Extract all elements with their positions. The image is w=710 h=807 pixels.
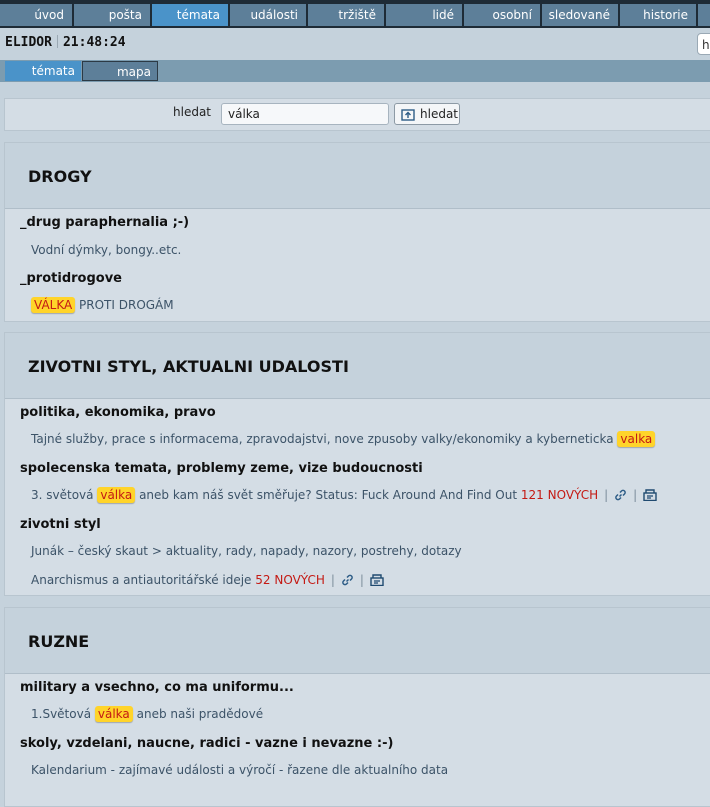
nav-tab-lide[interactable]: lidé <box>386 4 462 26</box>
group-title[interactable]: _drug paraphernalia ;-) <box>20 215 189 230</box>
forum-title: Anarchismus a antiautoritářské ideje <box>31 573 252 587</box>
divider: | <box>359 573 364 587</box>
category-header: DROGY <box>5 143 710 209</box>
nav-tab-trziste[interactable]: tržiště <box>308 4 384 26</box>
nav-tab-uvod[interactable]: úvod <box>0 4 72 26</box>
group-title[interactable]: zivotni styl <box>20 517 101 532</box>
category-ruzne: RUZNE military a vsechno, co ma uniformu… <box>4 607 710 807</box>
forum-link[interactable]: 1.Světová válka aneb naši pradědové <box>31 706 263 722</box>
nav-tab-temata[interactable]: témata <box>152 4 228 26</box>
brand-name: ELIDOR <box>5 35 52 50</box>
forum-link[interactable]: Anarchismus a antiautoritářské ideje 52 … <box>31 573 384 589</box>
divider: | <box>633 488 638 502</box>
search-button-label: hledat <box>420 107 458 121</box>
category-title: DROGY <box>28 167 92 186</box>
group-title[interactable]: spolecenska temata, problemy zeme, vize … <box>20 461 423 476</box>
forum-link[interactable]: Vodní dýmky, bongy..etc. <box>31 243 181 257</box>
forum-link[interactable]: Kalendarium - zajímavé události a výročí… <box>31 763 448 777</box>
subtab-map[interactable]: mapa <box>82 61 158 81</box>
nav-tab-posta[interactable]: pošta <box>74 4 150 26</box>
search-highlight: valka <box>617 431 656 447</box>
category-drogy: DROGY _drug paraphernalia ;-) Vodní dýmk… <box>4 142 710 322</box>
search-input[interactable]: válka <box>221 103 389 125</box>
group-title[interactable]: _protidrogove <box>20 271 122 286</box>
forum-link[interactable]: Tajné služby, prace s informacema, zprav… <box>31 431 656 447</box>
search-highlight: válka <box>97 487 136 503</box>
search-submit-icon <box>401 109 415 121</box>
search-button[interactable]: hledat <box>394 103 460 125</box>
new-posts-count[interactable]: 52 NOVÝCH <box>255 573 325 587</box>
nav-tab-osobni[interactable]: osobní <box>464 4 540 26</box>
clock: 21:48:24 <box>62 35 126 50</box>
forum-title-rest: PROTI DROGÁM <box>79 298 174 312</box>
nav-tab-udalosti[interactable]: události <box>230 4 306 26</box>
forum-link[interactable]: VÁLKA PROTI DROGÁM <box>31 297 174 313</box>
bookmark-icon[interactable] <box>643 489 657 504</box>
group-title[interactable]: military a vsechno, co ma uniformu... <box>20 680 294 695</box>
category-header: ZIVOTNI STYL, AKTUALNI UDALOSTI <box>5 333 710 399</box>
search-label: hledat <box>173 105 211 119</box>
divider: | <box>604 488 609 502</box>
sub-navigation: témata mapa <box>0 60 710 82</box>
group-title[interactable]: skoly, vzdelani, naucne, radici - vazne … <box>20 736 393 751</box>
forum-title-rest: aneb naši pradědové <box>136 707 264 721</box>
brand-separator <box>56 35 58 48</box>
forum-link[interactable]: Junák – český skaut > aktuality, rady, n… <box>31 544 462 558</box>
category-title: ZIVOTNI STYL, AKTUALNI UDALOSTI <box>28 357 349 376</box>
forum-title: Tajné služby, prace s informacema, zprav… <box>31 432 614 446</box>
brand: ELIDOR 21:48:24 <box>5 35 126 50</box>
search-highlight: válka <box>94 706 133 722</box>
header-bar: ELIDOR 21:48:24 <box>0 30 710 58</box>
search-panel: hledat válka hledat <box>4 98 710 131</box>
link-icon[interactable] <box>614 489 627 504</box>
subtab-topics[interactable]: témata <box>5 61 81 81</box>
category-header: RUZNE <box>5 608 710 674</box>
forum-title: 3. světová <box>31 488 94 502</box>
category-zivotni-styl: ZIVOTNI STYL, AKTUALNI UDALOSTI politika… <box>4 332 710 596</box>
link-icon[interactable] <box>341 574 354 589</box>
new-posts-count[interactable]: 121 NOVÝCH <box>521 488 598 502</box>
group-title[interactable]: politika, ekonomika, pravo <box>20 405 216 420</box>
search-highlight: VÁLKA <box>31 297 76 313</box>
divider: | <box>330 573 335 587</box>
nav-tab-sledovane[interactable]: sledované <box>542 4 618 26</box>
category-title: RUZNE <box>28 632 90 651</box>
bookmark-icon[interactable] <box>370 574 384 589</box>
quick-search-input[interactable]: h <box>697 33 710 55</box>
nav-tab-historie[interactable]: historie <box>620 4 696 26</box>
top-navigation: úvod pošta témata události tržiště lidé … <box>0 0 710 28</box>
nav-tab-overflow[interactable] <box>698 4 710 26</box>
forum-link[interactable]: 3. světová válka aneb kam náš svět směřu… <box>31 487 657 504</box>
forum-title: 1.Světová <box>31 707 92 721</box>
forum-title-rest: aneb kam náš svět směřuje? Status: Fuck … <box>139 488 518 502</box>
